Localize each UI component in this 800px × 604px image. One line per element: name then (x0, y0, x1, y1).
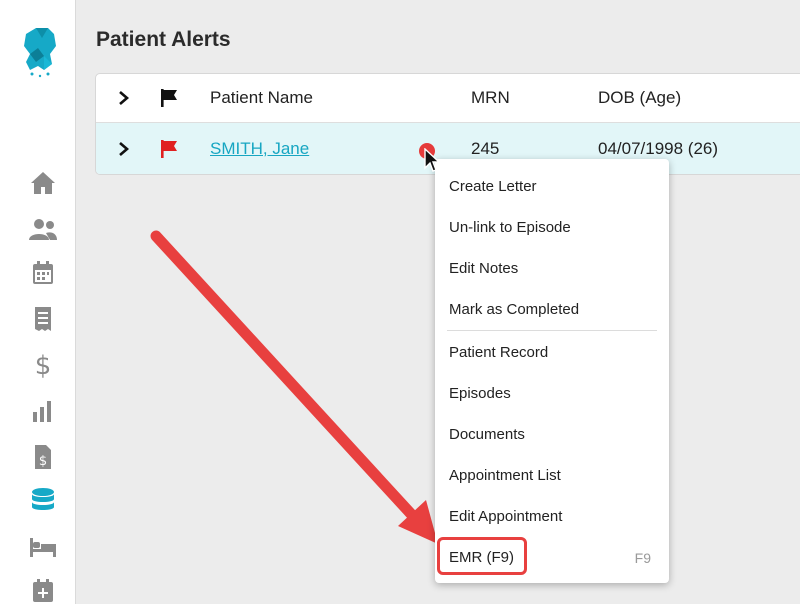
bed-icon[interactable] (26, 532, 60, 562)
invoice-icon[interactable]: $ (26, 442, 60, 472)
menu-item-mark-completed[interactable]: Mark as Completed (435, 289, 669, 330)
calendar-plus-icon[interactable] (26, 576, 60, 604)
menu-divider (447, 330, 657, 331)
logo-icon (22, 26, 66, 86)
menu-item-documents[interactable]: Documents (435, 414, 669, 455)
menu-item-emr-shortcut: F9 (634, 549, 651, 566)
svg-text:$: $ (35, 351, 52, 379)
menu-item-create-letter[interactable]: Create Letter (435, 166, 669, 207)
table-header: Patient Name MRN DOB (Age) (96, 74, 800, 123)
menu-item-appointment-list[interactable]: Appointment List (435, 455, 669, 496)
patient-name-link[interactable]: SMITH, Jane (210, 139, 309, 159)
alert-flag-icon[interactable] (160, 139, 180, 159)
expand-row-icon[interactable] (118, 139, 134, 159)
users-icon[interactable] (26, 214, 60, 244)
page-title: Patient Alerts (96, 28, 231, 51)
context-menu: Create Letter Un-link to Episode Edit No… (435, 159, 669, 583)
sidebar: $ $ (0, 0, 76, 604)
menu-item-episodes[interactable]: Episodes (435, 373, 669, 414)
home-icon[interactable] (26, 168, 60, 198)
svg-text:$: $ (39, 454, 47, 469)
menu-item-edit-appointment[interactable]: Edit Appointment (435, 496, 669, 537)
menu-item-patient-record[interactable]: Patient Record (435, 332, 669, 373)
calendar-icon[interactable] (26, 258, 60, 288)
receipt-icon[interactable] (26, 304, 60, 334)
dollar-icon[interactable]: $ (26, 350, 60, 380)
expand-all-icon[interactable] (118, 88, 134, 108)
menu-item-edit-notes[interactable]: Edit Notes (435, 248, 669, 289)
column-header-dob[interactable]: DOB (Age) (598, 88, 681, 108)
mouse-cursor-icon (424, 148, 441, 172)
patient-mrn: 245 (471, 138, 500, 158)
patient-dob: 04/07/1998 (26) (598, 138, 719, 158)
flag-icon (160, 88, 180, 108)
database-icon[interactable] (26, 486, 60, 516)
emr-highlight-box (437, 537, 527, 575)
column-header-mrn[interactable]: MRN (471, 88, 510, 108)
menu-item-unlink-episode[interactable]: Un-link to Episode (435, 207, 669, 248)
bar-chart-icon[interactable] (26, 396, 60, 426)
column-header-patient-name[interactable]: Patient Name (210, 88, 313, 108)
